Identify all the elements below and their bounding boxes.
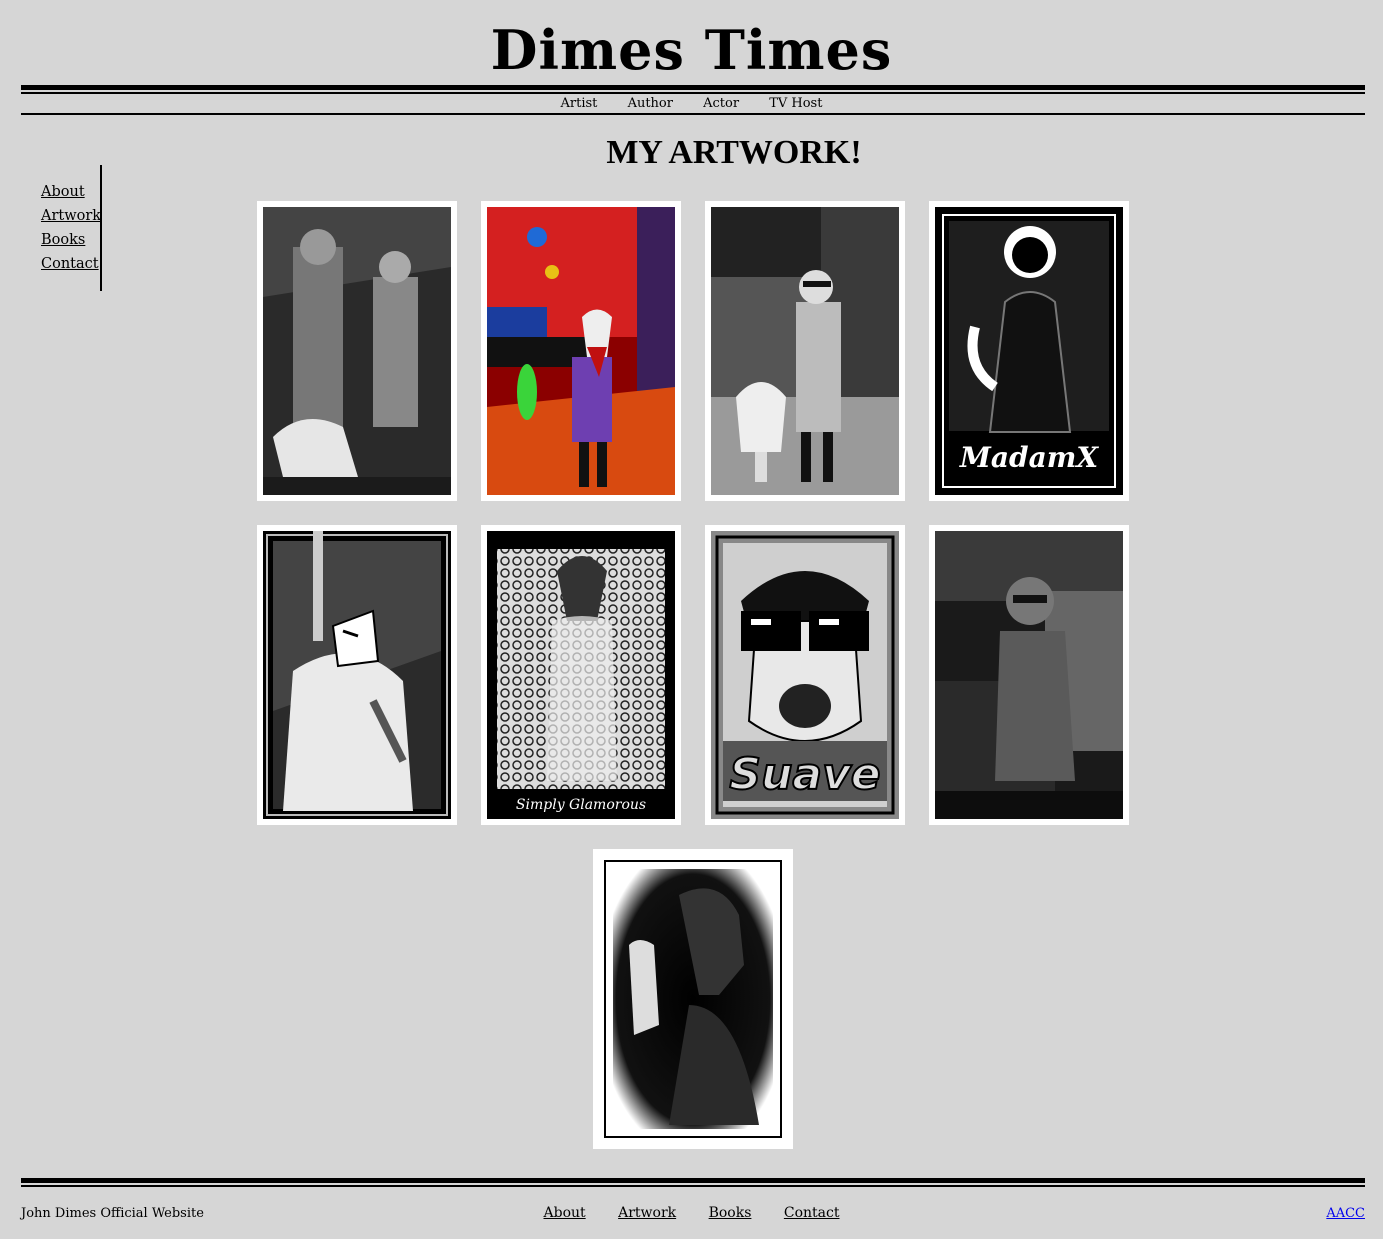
sidebar-nav: About Artwork Books Contact [41, 165, 102, 291]
artwork-image-4: MadamX [935, 207, 1123, 495]
artwork-image-7: Suave [711, 531, 899, 819]
masthead-rule-thin [21, 92, 1365, 94]
page-title: MY ARTWORK! [606, 134, 862, 171]
sidebar-item-about[interactable]: About [41, 180, 100, 204]
artwork-image-1 [263, 207, 451, 495]
artwork-thumbnail-6[interactable]: Simply Glamorous [481, 525, 681, 825]
top-nav-author[interactable]: Author [628, 95, 673, 113]
artwork-image-2 [487, 207, 675, 495]
artwork-image-9 [599, 855, 787, 1143]
footer-nav: About Artwork Books Contact [0, 1202, 1383, 1224]
artwork-thumbnail-3[interactable] [705, 201, 905, 501]
artwork-caption-6: Simply Glamorous [516, 797, 646, 813]
footer-link-artwork[interactable]: Artwork [618, 1205, 676, 1221]
artwork-caption-7: Suave [729, 749, 880, 800]
site-masthead: Dimes Times [490, 18, 893, 82]
top-nav-tv-host[interactable]: TV Host [769, 95, 822, 113]
top-nav-artist[interactable]: Artist [561, 95, 598, 113]
top-nav: Artist Author Actor TV Host [0, 95, 1383, 113]
artwork-caption-4: MadamX [959, 441, 1099, 474]
top-nav-actor[interactable]: Actor [703, 95, 739, 113]
artwork-image-6: Simply Glamorous [487, 531, 675, 819]
artwork-thumbnail-8[interactable] [929, 525, 1129, 825]
footer-rule-thin [21, 1185, 1365, 1187]
artwork-thumbnail-4[interactable]: MadamX [929, 201, 1129, 501]
sidebar-item-books[interactable]: Books [41, 228, 100, 252]
sidebar-item-contact[interactable]: Contact [41, 252, 100, 276]
artwork-thumbnail-7[interactable]: Suave [705, 525, 905, 825]
artwork-thumbnail-9[interactable] [593, 849, 793, 1149]
artwork-thumbnail-1[interactable] [257, 201, 457, 501]
footer-rule-thick [21, 1178, 1365, 1183]
footer-link-aacc[interactable]: AACC [1326, 1204, 1365, 1224]
footer-link-about[interactable]: About [544, 1205, 586, 1221]
artwork-thumbnail-2[interactable] [481, 201, 681, 501]
artwork-image-5 [263, 531, 451, 819]
nav-rule [21, 113, 1365, 115]
artwork-image-3 [711, 207, 899, 495]
artwork-thumbnail-5[interactable] [257, 525, 457, 825]
footer-link-books[interactable]: Books [709, 1205, 752, 1221]
artwork-image-8 [935, 531, 1123, 819]
sidebar-item-artwork[interactable]: Artwork [41, 204, 101, 228]
footer-link-contact[interactable]: Contact [784, 1205, 840, 1221]
masthead-rule-thick [21, 85, 1365, 90]
